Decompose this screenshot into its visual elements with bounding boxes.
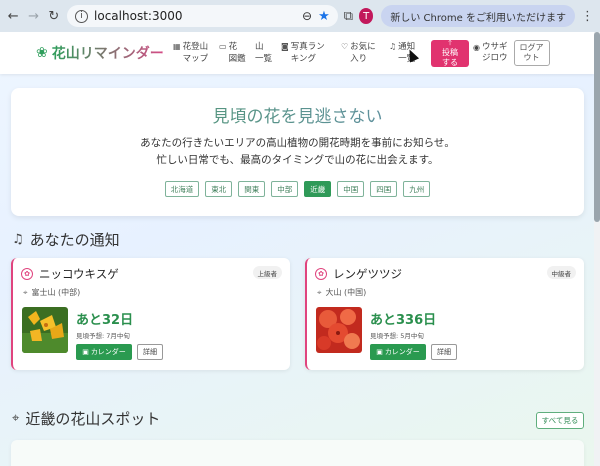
days-remaining: あと336日 (370, 313, 437, 328)
hero-text-2: 忙しい日常でも、最高のタイミングで山の花に出会えます。 (156, 154, 439, 166)
card-header: ✿ ニッコウキスゲ (21, 266, 119, 282)
chrome-update-button[interactable]: 新しい Chrome をご利用いただけます (381, 5, 575, 27)
detail-button[interactable]: 詳細 (431, 344, 457, 360)
region-button[interactable]: 北海道 (164, 181, 200, 197)
back-icon[interactable]: ← (6, 8, 20, 24)
nav-flower-map[interactable]: ▦ 花登山 マップ (173, 41, 219, 65)
site-info-icon[interactable]: i (75, 9, 89, 23)
detail-button[interactable]: 詳細 (137, 344, 163, 360)
spots-heading: ⌖ 近畿の花山スポット (12, 410, 161, 428)
level-badge: 上級者 (252, 266, 282, 279)
heart-icon: ♡ (341, 42, 349, 51)
calendar-icon: ▣ (376, 348, 383, 356)
region-button[interactable]: 中部 (271, 181, 299, 197)
camera-icon: ◙ (281, 42, 289, 51)
region-button[interactable]: 四国 (370, 181, 398, 197)
post-button[interactable]: ⤒ 投稿 する (431, 38, 469, 67)
profile-avatar[interactable]: T (359, 8, 374, 24)
spots-list (11, 440, 584, 466)
card-location: ⌖ 大山 (中国) (317, 287, 367, 298)
notification-card: ✿ ニッコウキスゲ 上級者 ⌖ 富士山 (中部) あと32日 見頃予想: 7月中… (11, 258, 290, 370)
user-icon: ◉ (473, 43, 480, 52)
main-nav: ▦ 花登山 マップ ▭ 花 図鑑 山 一覧 ◙ 写真ラン キング ♡ お気に 入… (173, 41, 427, 65)
logo[interactable]: ❀ 花山リマインダー (36, 43, 173, 63)
region-button-active[interactable]: 近畿 (304, 181, 332, 197)
region-button[interactable]: 関東 (238, 181, 266, 197)
flower-photo (22, 307, 68, 353)
see-all-button[interactable]: すべて見る (536, 412, 584, 429)
region-button[interactable]: 東北 (205, 181, 233, 197)
region-button[interactable]: 中国 (337, 181, 365, 197)
card-location: ⌖ 富士山 (中部) (23, 287, 81, 298)
notifications-heading: ♫ あなたの通知 (12, 231, 120, 249)
nav-favorites[interactable]: ♡ お気に 入り (341, 41, 389, 65)
calendar-icon: ▣ (82, 348, 89, 356)
book-icon: ▭ (219, 42, 227, 51)
hero-panel: 見頃の花を見逃さない あなたの行きたいエリアの高山植物の開花時期を事前にお知らせ… (11, 88, 584, 216)
url-text: localhost:3000 (94, 9, 183, 23)
region-filter: 北海道 東北 関東 中部 近畿 中国 四国 九州 (11, 181, 584, 197)
calendar-button[interactable]: ▣ カレンダー (76, 344, 132, 360)
browser-toolbar: ← → ↻ i localhost:3000 ⊖ ★ ⧉ T 新しい Chrom… (0, 0, 600, 32)
reload-icon[interactable]: ↻ (47, 8, 61, 24)
bell-icon: ♫ (12, 232, 24, 247)
logo-text: 花山リマインダー (52, 43, 164, 63)
address-bar[interactable]: i localhost:3000 ⊖ ★ (67, 5, 338, 27)
flower-photo (316, 307, 362, 353)
user-menu[interactable]: ◉ ウサギ ジロウ (473, 42, 508, 64)
nav-photo-ranking[interactable]: ◙ 写真ラン キング (281, 41, 341, 65)
forward-icon[interactable]: → (26, 8, 40, 24)
calendar-button[interactable]: ▣ カレンダー (370, 344, 426, 360)
extensions-icon[interactable]: ⧉ (344, 9, 353, 24)
flower-name: レンゲツツジ (333, 267, 402, 281)
flower-icon: ✿ (315, 268, 327, 280)
nav-mountain-list[interactable]: 山 一覧 (255, 41, 281, 65)
notification-card: ✿ レンゲツツジ 中級者 ⌖ 大山 (中国) あと336日 見頃予想: 5月中旬… (305, 258, 584, 370)
bookmark-star-icon[interactable]: ★ (318, 9, 330, 24)
zoom-icon[interactable]: ⊖ (302, 9, 312, 23)
card-header: ✿ レンゲツツジ (315, 266, 402, 282)
bloom-forecast: 見頃予想: 5月中旬 (370, 332, 424, 340)
scrollbar[interactable] (594, 32, 600, 466)
page-viewport: ❀ 花山リマインダー ▦ 花登山 マップ ▭ 花 図鑑 山 一覧 ◙ 写真ラン … (0, 32, 600, 466)
flower-name: ニッコウキスゲ (39, 267, 119, 281)
hero-title: 見頃の花を見逃さない (11, 102, 584, 127)
location-pin-icon: ⌖ (317, 287, 322, 297)
flower-logo-icon: ❀ (36, 45, 48, 61)
map-icon: ▦ (173, 42, 181, 51)
level-badge: 中級者 (546, 266, 576, 279)
app-header: ❀ 花山リマインダー ▦ 花登山 マップ ▭ 花 図鑑 山 一覧 ◙ 写真ラン … (0, 32, 594, 74)
hero-text-1: あなたの行きたいエリアの高山植物の開花時期を事前にお知らせ。 (140, 137, 455, 149)
location-pin-icon: ⌖ (12, 411, 20, 426)
menu-kebab-icon[interactable]: ⋮ (581, 9, 594, 24)
scrollbar-thumb[interactable] (594, 32, 600, 222)
bloom-forecast: 見頃予想: 7月中旬 (76, 332, 130, 340)
location-pin-icon: ⌖ (23, 287, 28, 297)
upload-icon: ⤒ (448, 38, 452, 47)
nav-flower-guide[interactable]: ▭ 花 図鑑 (219, 41, 255, 65)
days-remaining: あと32日 (76, 313, 134, 328)
bell-icon: ♫ (389, 42, 397, 51)
flower-icon: ✿ (21, 268, 33, 280)
logout-button[interactable]: ログア ウト (513, 40, 550, 66)
region-button[interactable]: 九州 (403, 181, 431, 197)
